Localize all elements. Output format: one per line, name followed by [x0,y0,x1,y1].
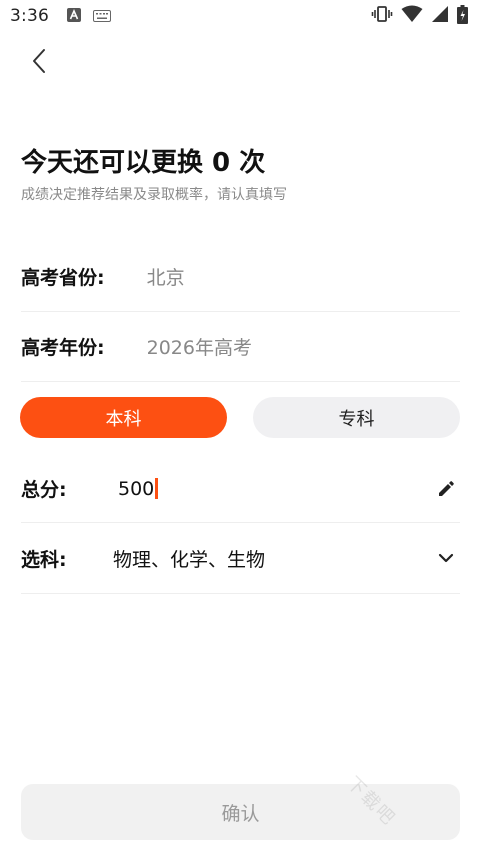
degree-type-tabs: 本科 专科 [20,397,460,439]
a-notification-icon [66,7,81,26]
signal-icon [431,5,449,27]
status-bar: 3:36 [0,0,480,32]
tab-associate[interactable]: 专科 [253,397,460,438]
status-left-icons [66,7,111,26]
year-row[interactable]: 高考年份: 2026年高考 [21,311,460,382]
page-subtitle: 成绩决定推荐结果及录取概率，请认真填写 [21,187,287,203]
status-right-icons [371,4,468,28]
keyboard-icon [92,7,111,26]
score-label: 总分: [21,479,67,501]
back-button[interactable] [22,44,56,78]
app-screen: 3:36 今天还可以更换 0 次 成绩决定推荐结果及录取概率，请认真填写 高考省… [0,0,480,853]
province-value: 北京 [146,266,185,289]
confirm-button[interactable]: 确认 [21,784,460,840]
subjects-value: 物理、化学、生物 [113,548,266,571]
year-label: 高考年份: [21,336,105,359]
tab-bachelor[interactable]: 本科 [20,397,227,438]
edit-score-button[interactable] [432,475,460,503]
score-row: 总分: 500 [21,455,460,523]
battery-icon [457,4,468,28]
province-label: 高考省份: [21,266,105,289]
chevron-down-icon [438,553,454,563]
subjects-label: 选科: [21,548,67,571]
vibrate-icon [371,5,393,27]
year-value: 2026年高考 [146,336,252,359]
pencil-icon [439,480,454,496]
score-input[interactable]: 500 [118,478,432,500]
text-caret [155,478,159,499]
wifi-icon [401,5,423,27]
back-chevron-icon [33,49,45,73]
status-time: 3:36 [10,6,49,26]
subjects-row[interactable]: 选科: 物理、化学、生物 [21,523,460,594]
score-value: 500 [118,477,155,500]
page-title: 今天还可以更换 0 次 [21,148,266,178]
province-row[interactable]: 高考省份: 北京 [21,241,460,312]
subjects-dropdown-button[interactable] [432,544,460,572]
